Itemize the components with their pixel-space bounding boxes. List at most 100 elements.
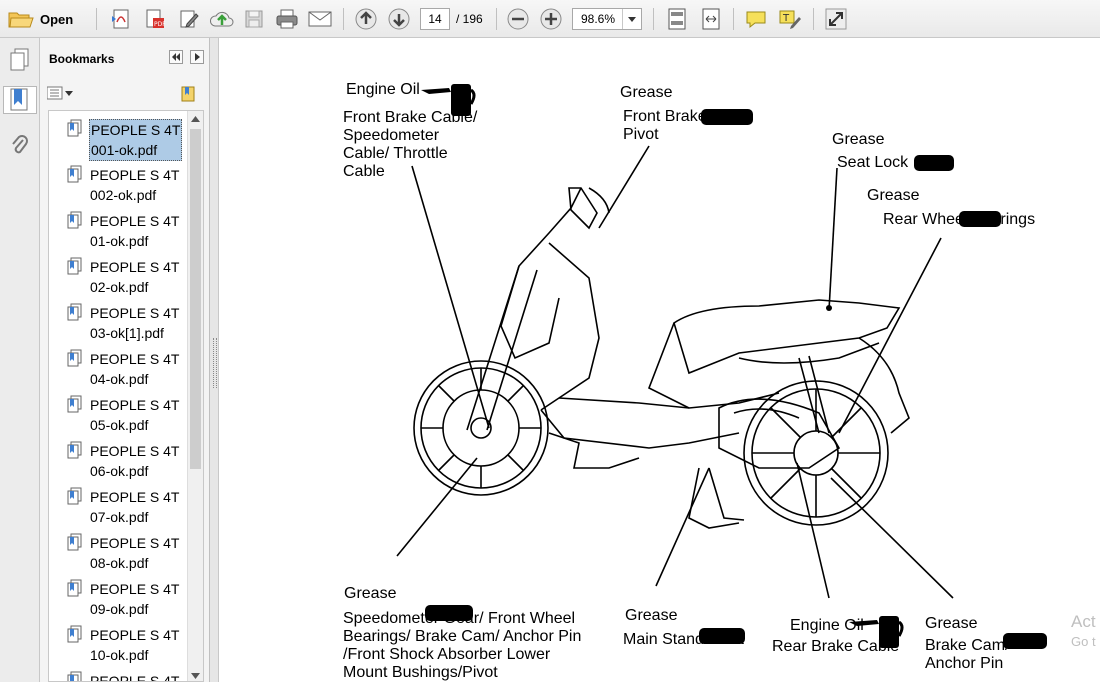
bookmark-label: PEOPLE S 4T 02-ok.pdf [89, 257, 180, 297]
bookmark-line2: 04-ok.pdf [90, 371, 149, 387]
zoom-out-button[interactable] [506, 7, 530, 31]
redaction-mark [959, 211, 1001, 227]
bookmark-item[interactable]: PEOPLE S 4T 01-ok.pdf [49, 207, 187, 251]
navigation-pane-strip [0, 38, 40, 682]
bookmark-item[interactable]: PEOPLE S 4T 08-ok.pdf [49, 529, 187, 573]
page-number-input[interactable]: 14 [420, 8, 450, 30]
document-page[interactable]: Engine Oil Front Brake Cable/ Speedomete… [219, 38, 1100, 682]
printer-icon [276, 9, 298, 29]
combine-pdf-button[interactable]: PDF [142, 7, 168, 31]
label-engine-oil-top: Engine Oil [346, 81, 420, 98]
bookmark-item[interactable]: PEOPLE S 4T [49, 667, 187, 682]
bookmark-line1: PEOPLE S 4T [90, 167, 180, 183]
open-button[interactable]: Open [8, 7, 73, 31]
bookmark-label: PEOPLE S 4T [89, 671, 180, 682]
fit-page-icon [668, 8, 686, 30]
bookmark-line1: PEOPLE S 4T [90, 305, 180, 321]
main-toolbar: Open PDF 14 / 196 98.6% T [0, 0, 1100, 38]
bookmark-line2: 03-ok[1].pdf [90, 325, 164, 341]
pages-icon [10, 48, 29, 71]
collapse-panel-button[interactable] [169, 50, 183, 64]
zoom-in-button[interactable] [539, 7, 563, 31]
label-engine-oil-bottom: Engine Oil [790, 617, 864, 634]
redaction-mark [914, 155, 954, 171]
activation-watermark-line2: Go t [1071, 634, 1096, 649]
next-page-button[interactable] [387, 7, 411, 31]
save-button[interactable] [242, 7, 266, 31]
bookmarks-button[interactable] [3, 86, 37, 114]
bookmark-item[interactable]: PEOPLE S 4T 06-ok.pdf [49, 437, 187, 481]
chevron-down-icon[interactable] [622, 9, 641, 29]
bookmark-page-icon [67, 441, 83, 462]
bookmark-item[interactable]: PEOPLE S 4T 02-ok.pdf [49, 253, 187, 297]
bookmark-item[interactable]: PEOPLE S 4T 05-ok.pdf [49, 391, 187, 435]
full-screen-button[interactable] [823, 7, 849, 31]
new-bookmark-button[interactable] [180, 85, 198, 106]
bookmark-line1: PEOPLE S 4T [90, 627, 180, 643]
attachments-button[interactable] [6, 132, 34, 160]
bookmark-line1: PEOPLE S 4T [90, 673, 180, 682]
panel-title: Bookmarks [49, 52, 115, 66]
create-pdf-button[interactable] [108, 7, 134, 31]
bookmark-item[interactable]: PEOPLE S 4T 07-ok.pdf [49, 483, 187, 527]
bookmark-line1: PEOPLE S 4T [90, 535, 180, 551]
bookmark-page-icon [67, 579, 83, 600]
chevron-right-icon [195, 53, 200, 61]
bookmark-item[interactable]: PEOPLE S 4T 03-ok[1].pdf [49, 299, 187, 343]
bookmark-ribbon-icon [10, 88, 28, 111]
label-speedo-2: Bearings/ Brake Cam/ Anchor Pin [343, 628, 582, 645]
pane-splitter[interactable] [210, 38, 219, 682]
page-total: / 196 [456, 12, 483, 26]
toolbar-separator [813, 8, 814, 30]
bookmark-label: PEOPLE S 4T 05-ok.pdf [89, 395, 180, 435]
edit-pdf-button[interactable] [176, 7, 202, 31]
label-grease-rear-wheel: Grease [867, 187, 920, 204]
label-grease-speedo: Grease [344, 585, 397, 602]
fit-page-button[interactable] [664, 7, 690, 31]
bookmark-item[interactable]: PEOPLE S 4T 04-ok.pdf [49, 345, 187, 389]
label-brake-cam-2: Anchor Pin [925, 655, 1004, 672]
floppy-disk-icon [245, 10, 263, 28]
scroll-up-icon[interactable] [191, 116, 200, 122]
toolbar-separator [343, 8, 344, 30]
highlight-text-button[interactable]: T [776, 7, 802, 31]
page-thumbnails-button[interactable] [6, 46, 34, 74]
upload-button[interactable] [208, 7, 236, 31]
minus-circle-icon [507, 8, 529, 30]
label-front-brake-cable-3: Cable/ Throttle [343, 145, 448, 162]
splitter-grip[interactable] [213, 338, 217, 388]
toolbar-separator [496, 8, 497, 30]
scroll-thumb[interactable] [190, 129, 201, 469]
fit-width-button[interactable] [698, 7, 724, 31]
expand-panel-button[interactable] [190, 50, 204, 64]
email-button[interactable] [306, 7, 334, 31]
zoom-select[interactable]: 98.6% [572, 8, 642, 30]
bookmarks-scrollbar[interactable] [187, 111, 203, 681]
bookmark-line1: PEOPLE S 4T [90, 489, 180, 505]
bookmark-label: PEOPLE S 4T 03-ok[1].pdf [89, 303, 180, 343]
bookmark-item[interactable]: PEOPLE S 4T 001-ok.pdf [49, 115, 187, 161]
bookmark-line1: PEOPLE S 4T [90, 581, 180, 597]
open-label: Open [40, 11, 74, 27]
bookmark-item[interactable]: PEOPLE S 4T 10-ok.pdf [49, 621, 187, 665]
label-front-brake-cable-1: Front Brake Cable/ [343, 109, 478, 126]
bookmark-label: PEOPLE S 4T 08-ok.pdf [89, 533, 180, 573]
bookmark-item[interactable]: PEOPLE S 4T 09-ok.pdf [49, 575, 187, 619]
bookmark-label: PEOPLE S 4T 10-ok.pdf [89, 625, 180, 665]
folder-open-icon [8, 12, 34, 28]
print-button[interactable] [273, 7, 301, 31]
comment-button[interactable] [743, 7, 769, 31]
toolbar-separator [96, 8, 97, 30]
bookmark-item[interactable]: PEOPLE S 4T 002-ok.pdf [49, 161, 187, 205]
chevron-down-icon [65, 90, 73, 96]
bookmarks-list: PEOPLE S 4T 001-ok.pdf PEOPLE S 4T 002-ok.p… [48, 110, 204, 682]
previous-page-button[interactable] [354, 7, 378, 31]
label-front-brake-cable-2: Speedometer [343, 127, 440, 144]
bookmark-options-button[interactable] [47, 86, 73, 100]
label-speedo-3: /Front Shock Absorber Lower [343, 646, 551, 663]
redaction-mark [701, 109, 753, 125]
bookmark-line2: 07-ok.pdf [90, 509, 149, 525]
scroll-down-icon[interactable] [191, 673, 200, 679]
pdf-file-icon: PDF [146, 9, 166, 28]
arrow-up-circle-icon [355, 8, 377, 30]
